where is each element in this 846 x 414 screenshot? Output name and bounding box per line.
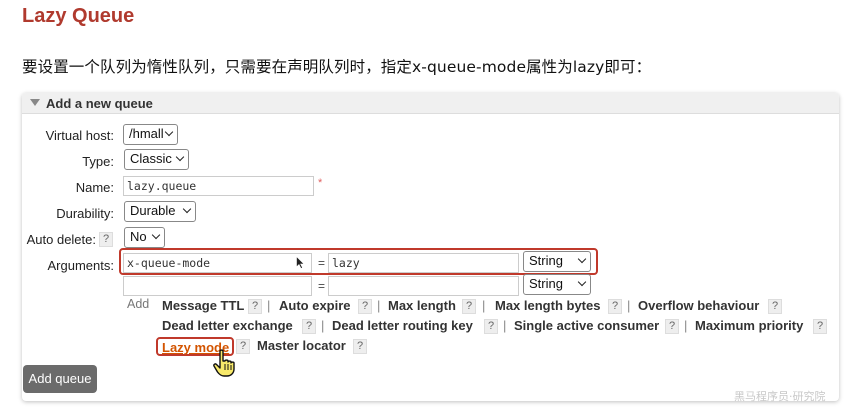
intro-text: 要设置一个队列为惰性队列，只需要在声明队列时，指定x-queue-mode属性为… (22, 58, 652, 76)
shortcut-message-ttl[interactable]: Message TTL (162, 298, 244, 313)
auto-delete-label: Auto delete: (26, 232, 96, 247)
type-select[interactable]: Classic (124, 149, 189, 170)
argument-type-value: String (529, 276, 563, 291)
argument-row-highlight (119, 248, 598, 275)
chevron-down-icon (164, 127, 174, 137)
durability-label: Durability: (56, 206, 114, 221)
help-icon[interactable]: ? (302, 319, 316, 334)
argument-equals: = (318, 279, 326, 293)
help-icon[interactable]: ? (358, 299, 372, 314)
virtual-host-select[interactable]: /hmall (123, 124, 178, 145)
virtual-host-value: /hmall (129, 126, 164, 141)
help-icon[interactable]: ? (236, 339, 250, 354)
shortcut-dead-letter-exchange[interactable]: Dead letter exchange (162, 318, 293, 333)
chevron-down-icon (151, 230, 161, 240)
panel-title: Add a new queue (46, 96, 153, 111)
help-icon[interactable]: ? (813, 319, 827, 334)
durability-value: Durable (130, 203, 176, 218)
help-icon[interactable]: ? (608, 299, 622, 314)
auto-delete-value: No (130, 229, 147, 244)
separator: | (627, 298, 631, 313)
type-label: Type: (82, 154, 114, 169)
chevron-down-icon (175, 152, 185, 162)
name-input[interactable]: lazy.queue (123, 176, 314, 196)
shortcut-single-active-consumer[interactable]: Single active consumer (514, 318, 659, 333)
add-label: Add (127, 297, 150, 311)
separator: | (684, 318, 688, 333)
argument-key-input-empty[interactable] (123, 276, 312, 296)
argument-value-input-empty[interactable] (328, 276, 519, 296)
separator: | (267, 298, 271, 313)
argument-type-select[interactable]: String (523, 274, 591, 295)
watermark: 黑马程序员·研究院 (734, 390, 826, 403)
add-queue-button[interactable]: Add queue (23, 365, 97, 393)
shortcut-dead-letter-routing-key[interactable]: Dead letter routing key (332, 318, 473, 333)
chevron-down-icon (182, 204, 192, 214)
arguments-label: Arguments: (47, 258, 114, 273)
auto-delete-help-icon[interactable]: ? (99, 232, 113, 247)
shortcut-overflow-behaviour[interactable]: Overflow behaviour (638, 298, 759, 313)
auto-delete-select[interactable]: No (124, 227, 165, 248)
separator: | (321, 318, 325, 333)
help-icon[interactable]: ? (248, 299, 262, 314)
separator: | (482, 298, 486, 313)
page-title: Lazy Queue (22, 5, 135, 27)
separator: | (503, 318, 507, 333)
separator: | (377, 298, 381, 313)
help-icon[interactable]: ? (484, 319, 498, 334)
help-icon[interactable]: ? (353, 339, 367, 354)
shortcut-max-length[interactable]: Max length (388, 298, 456, 313)
help-icon[interactable]: ? (665, 319, 679, 334)
chevron-down-icon (577, 277, 587, 287)
hand-pointer-icon (213, 349, 235, 377)
help-icon[interactable]: ? (462, 299, 476, 314)
shortcut-master-locator[interactable]: Master locator (257, 338, 346, 353)
durability-select[interactable]: Durable (124, 201, 196, 222)
shortcut-auto-expire[interactable]: Auto expire (279, 298, 351, 313)
virtual-host-label: Virtual host: (45, 128, 114, 143)
type-value: Classic (130, 151, 172, 166)
help-icon[interactable]: ? (768, 299, 782, 314)
shortcut-maximum-priority[interactable]: Maximum priority (695, 318, 803, 333)
required-asterisk: * (318, 177, 323, 189)
collapse-caret-icon[interactable] (30, 99, 40, 106)
panel-header[interactable]: Add a new queue (22, 93, 839, 114)
name-label: Name: (75, 180, 114, 195)
shortcut-max-length-bytes[interactable]: Max length bytes (495, 298, 600, 313)
